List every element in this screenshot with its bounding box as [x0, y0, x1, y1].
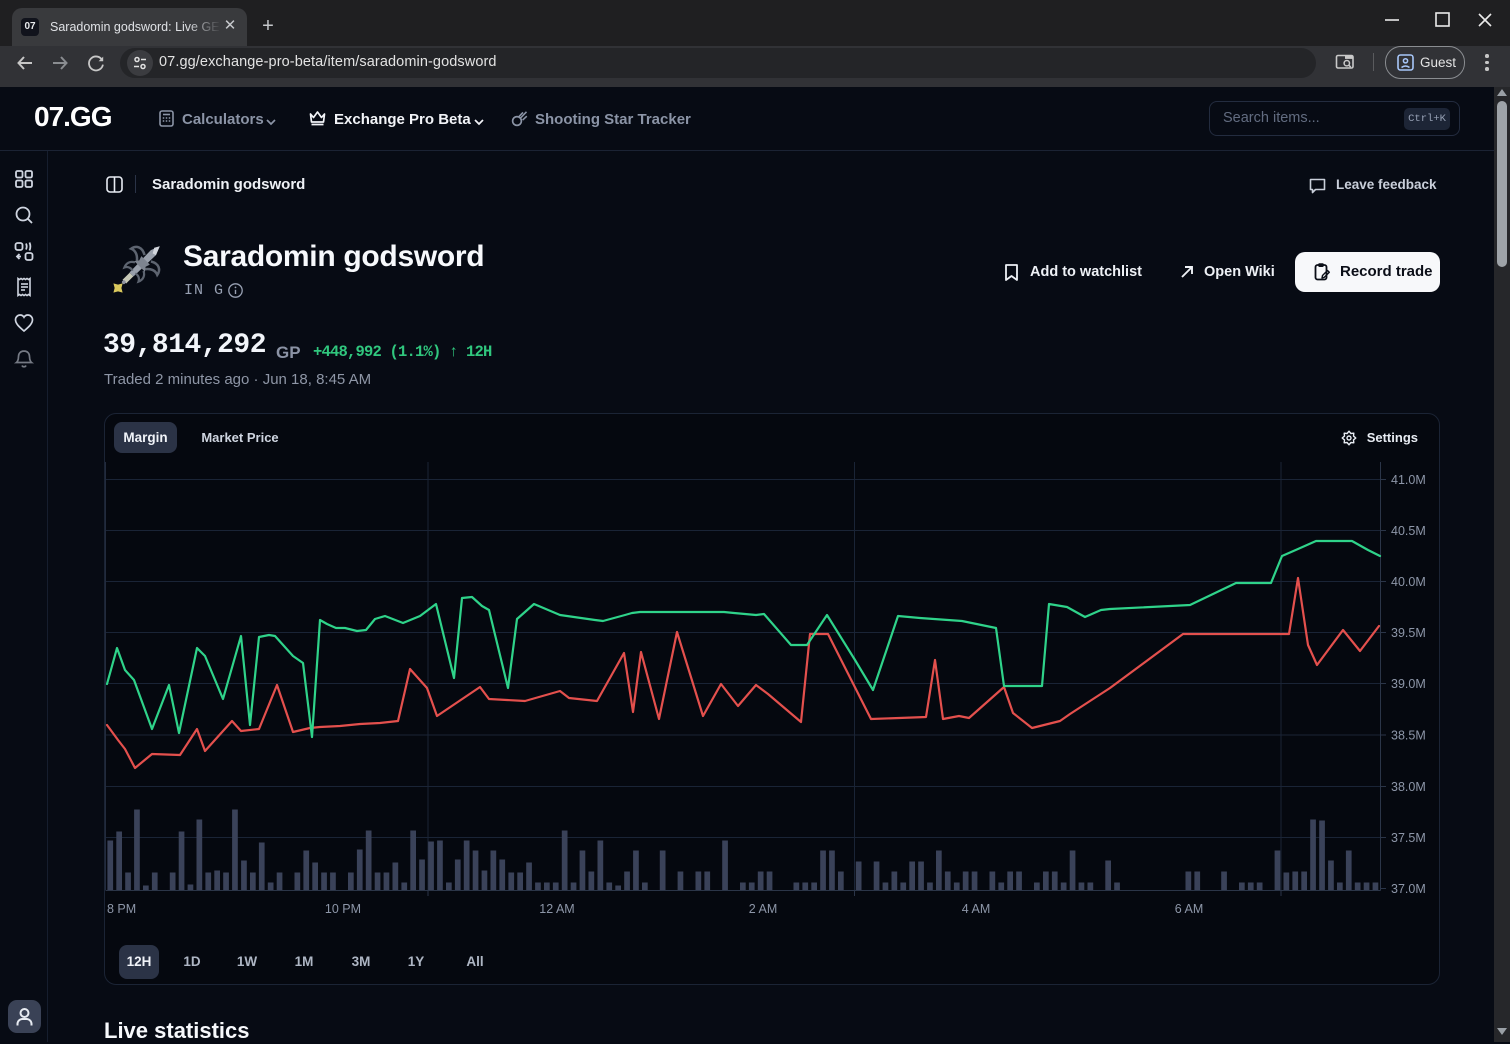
svg-text:37.0M: 37.0M [1391, 882, 1426, 896]
svg-text:4 AM: 4 AM [962, 902, 991, 916]
svg-text:40.0M: 40.0M [1391, 575, 1426, 589]
svg-text:39.5M: 39.5M [1391, 626, 1426, 640]
svg-text:38.0M: 38.0M [1391, 780, 1426, 794]
svg-text:8 PM: 8 PM [107, 902, 136, 916]
svg-text:10 PM: 10 PM [325, 902, 361, 916]
svg-text:41.0M: 41.0M [1391, 473, 1426, 487]
svg-text:2 AM: 2 AM [749, 902, 778, 916]
svg-text:12 AM: 12 AM [539, 902, 574, 916]
svg-text:40.5M: 40.5M [1391, 524, 1426, 538]
svg-text:38.5M: 38.5M [1391, 729, 1426, 743]
svg-text:6 AM: 6 AM [1175, 902, 1204, 916]
svg-text:39.0M: 39.0M [1391, 677, 1426, 691]
svg-text:37.5M: 37.5M [1391, 831, 1426, 845]
